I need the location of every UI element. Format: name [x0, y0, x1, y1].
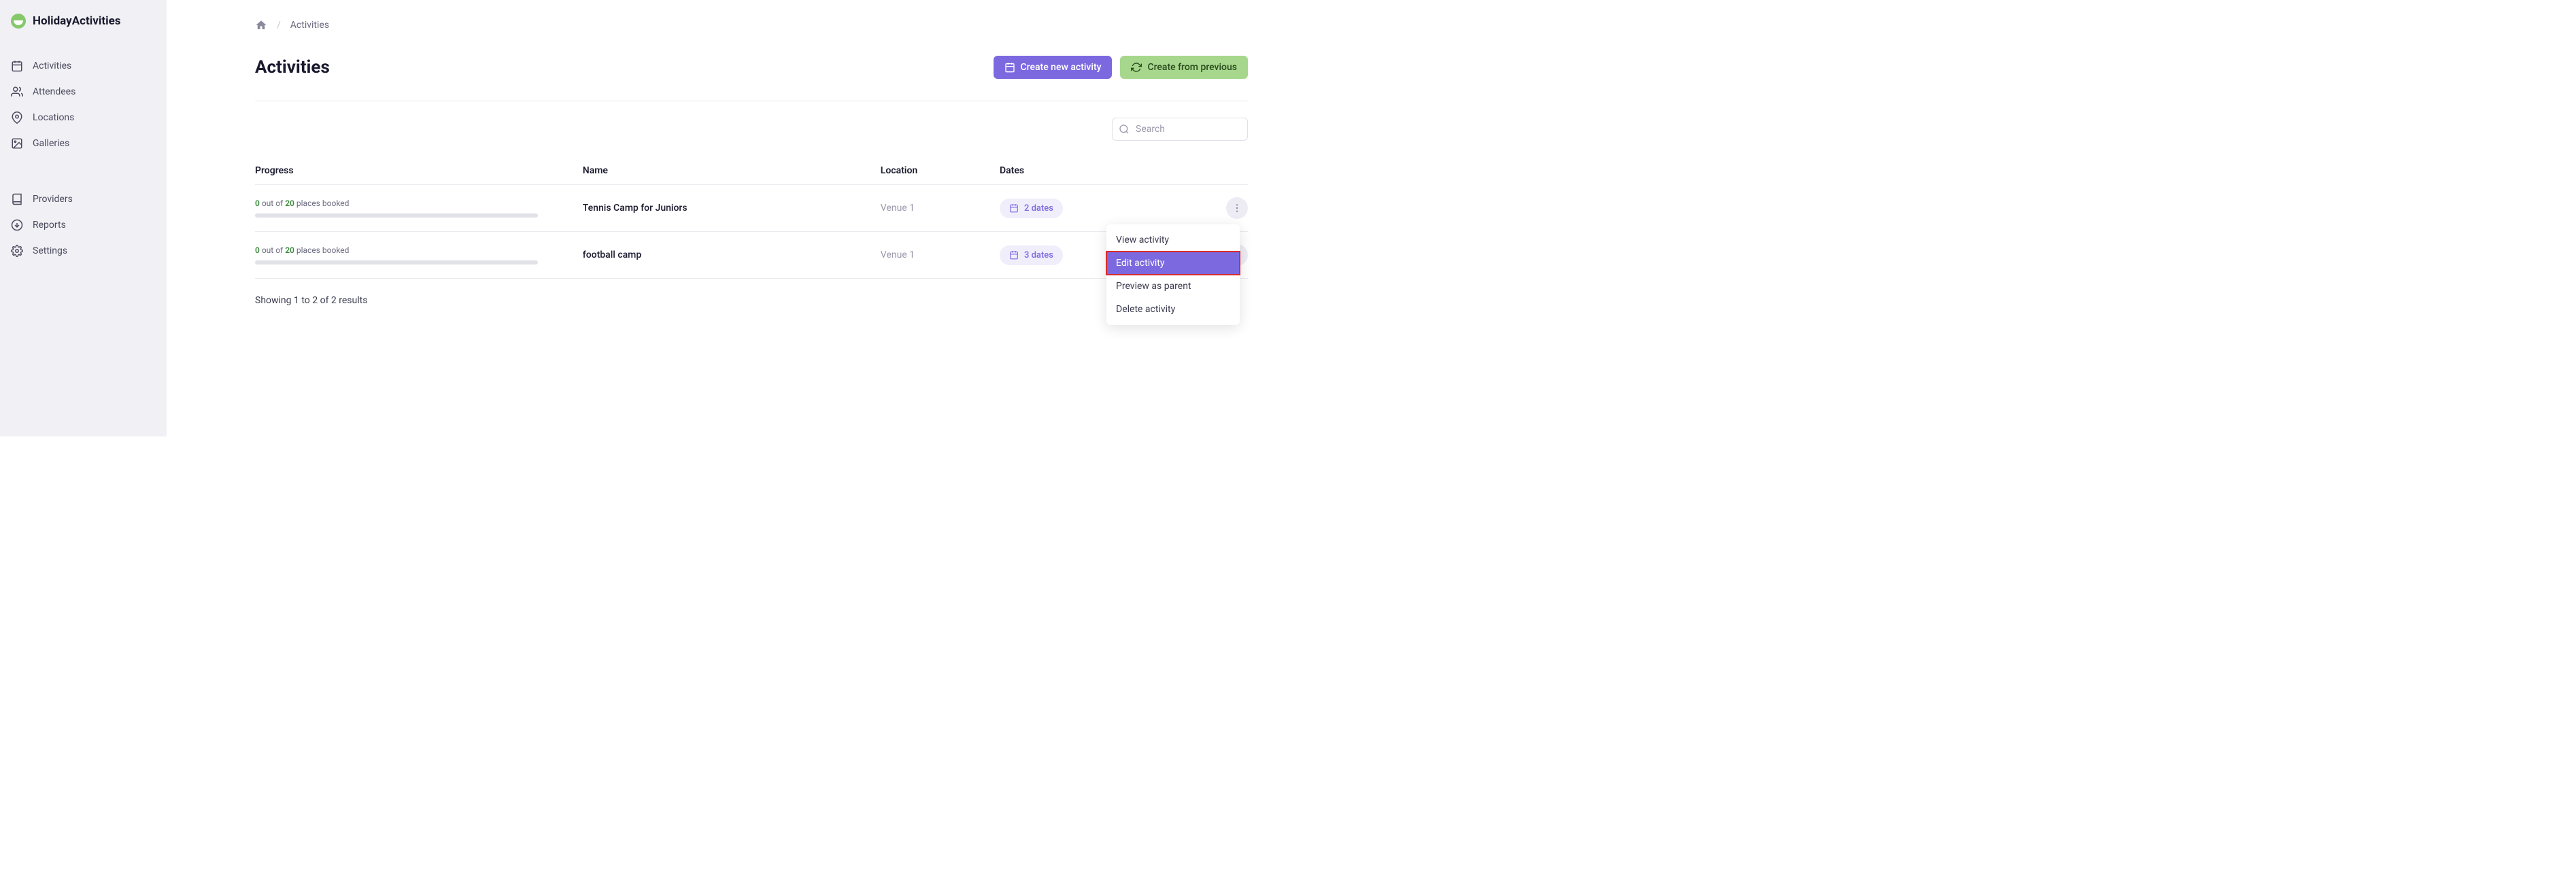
sidebar-item-attendees[interactable]: Attendees	[0, 79, 167, 105]
progress-bar	[255, 213, 538, 218]
sidebar-item-label: Activities	[33, 61, 71, 71]
sidebar-item-locations[interactable]: Locations	[0, 105, 167, 131]
dropdown-preview-as-parent[interactable]: Preview as parent	[1106, 275, 1240, 298]
page-header: Activities Create new activity Create fr…	[255, 56, 1248, 79]
sidebar-item-providers[interactable]: Providers	[0, 186, 167, 212]
sidebar-item-label: Locations	[33, 112, 74, 123]
header-dates: Dates	[1000, 165, 1198, 176]
more-vertical-icon	[1232, 203, 1242, 213]
table-header: Progress Name Location Dates	[255, 157, 1248, 185]
breadcrumb-separator: /	[277, 20, 281, 31]
dates-badge[interactable]: 3 dates	[1000, 245, 1063, 265]
sidebar-item-reports[interactable]: Reports	[0, 212, 167, 238]
sidebar-item-label: Settings	[33, 245, 67, 256]
button-label: Create new activity	[1021, 62, 1102, 73]
logo[interactable]: HolidayActivities	[0, 14, 167, 49]
search-input[interactable]	[1112, 118, 1248, 141]
dates-label: 2 dates	[1024, 203, 1053, 213]
row-actions-button[interactable]	[1226, 197, 1248, 219]
image-icon	[11, 137, 23, 150]
sidebar-item-label: Reports	[33, 220, 66, 230]
header-location: Location	[881, 165, 1000, 176]
row-actions-dropdown: View activity Edit activity Preview as p…	[1106, 224, 1240, 325]
calendar-icon	[1009, 203, 1019, 213]
table-row: 0 out of 20 places booked Tennis Camp fo…	[255, 185, 1248, 232]
nav-group-admin: Providers Reports Settings	[0, 182, 167, 268]
activity-location: Venue 1	[881, 203, 1000, 213]
page-actions: Create new activity Create from previous	[994, 56, 1248, 79]
results-summary: Showing 1 to 2 of 2 results	[255, 295, 1248, 306]
users-icon	[11, 86, 23, 98]
logo-icon	[11, 14, 26, 29]
page-title: Activities	[255, 57, 330, 78]
create-from-previous-button[interactable]: Create from previous	[1120, 56, 1248, 79]
calendar-icon	[1009, 250, 1019, 260]
activities-table: Progress Name Location Dates 0 out of 20…	[255, 157, 1248, 279]
dropdown-edit-activity[interactable]: Edit activity	[1106, 252, 1240, 275]
activity-name: football camp	[583, 250, 881, 260]
breadcrumb-current: Activities	[290, 20, 329, 31]
sidebar-item-label: Providers	[33, 194, 73, 205]
dates-label: 3 dates	[1024, 250, 1053, 260]
main-content: / Activities Activities Create new activ…	[167, 0, 1289, 437]
nav-group-main: Activities Attendees Locations Galleries	[0, 49, 167, 160]
button-label: Create from previous	[1147, 62, 1237, 73]
search-icon	[1119, 124, 1130, 135]
activity-location: Venue 1	[881, 250, 1000, 260]
search-row	[255, 118, 1248, 141]
home-icon[interactable]	[255, 19, 267, 31]
header-name: Name	[583, 165, 881, 176]
progress-text: 0 out of 20 places booked	[255, 245, 569, 255]
header-progress: Progress	[255, 165, 583, 176]
calendar-plus-icon	[1004, 62, 1015, 73]
sidebar-item-settings[interactable]: Settings	[0, 238, 167, 264]
activity-name: Tennis Camp for Juniors	[583, 203, 881, 213]
table-row: 0 out of 20 places booked football camp …	[255, 232, 1248, 279]
logo-text: HolidayActivities	[33, 14, 121, 28]
calendar-icon	[11, 60, 23, 72]
dropdown-view-activity[interactable]: View activity	[1106, 228, 1240, 252]
sidebar-item-label: Galleries	[33, 138, 69, 149]
pin-icon	[11, 112, 23, 124]
dates-badge[interactable]: 2 dates	[1000, 199, 1063, 218]
sidebar-item-activities[interactable]: Activities	[0, 53, 167, 79]
create-new-activity-button[interactable]: Create new activity	[994, 56, 1113, 79]
sidebar-item-label: Attendees	[33, 86, 75, 97]
breadcrumb: / Activities	[255, 19, 1248, 31]
refresh-icon	[1131, 62, 1142, 73]
dropdown-delete-activity[interactable]: Delete activity	[1106, 298, 1240, 321]
gear-icon	[11, 245, 23, 257]
progress-bar	[255, 260, 538, 264]
book-icon	[11, 193, 23, 205]
progress-text: 0 out of 20 places booked	[255, 199, 569, 208]
sidebar: HolidayActivities Activities Attendees L…	[0, 0, 167, 437]
sidebar-item-galleries[interactable]: Galleries	[0, 131, 167, 156]
download-icon	[11, 219, 23, 231]
